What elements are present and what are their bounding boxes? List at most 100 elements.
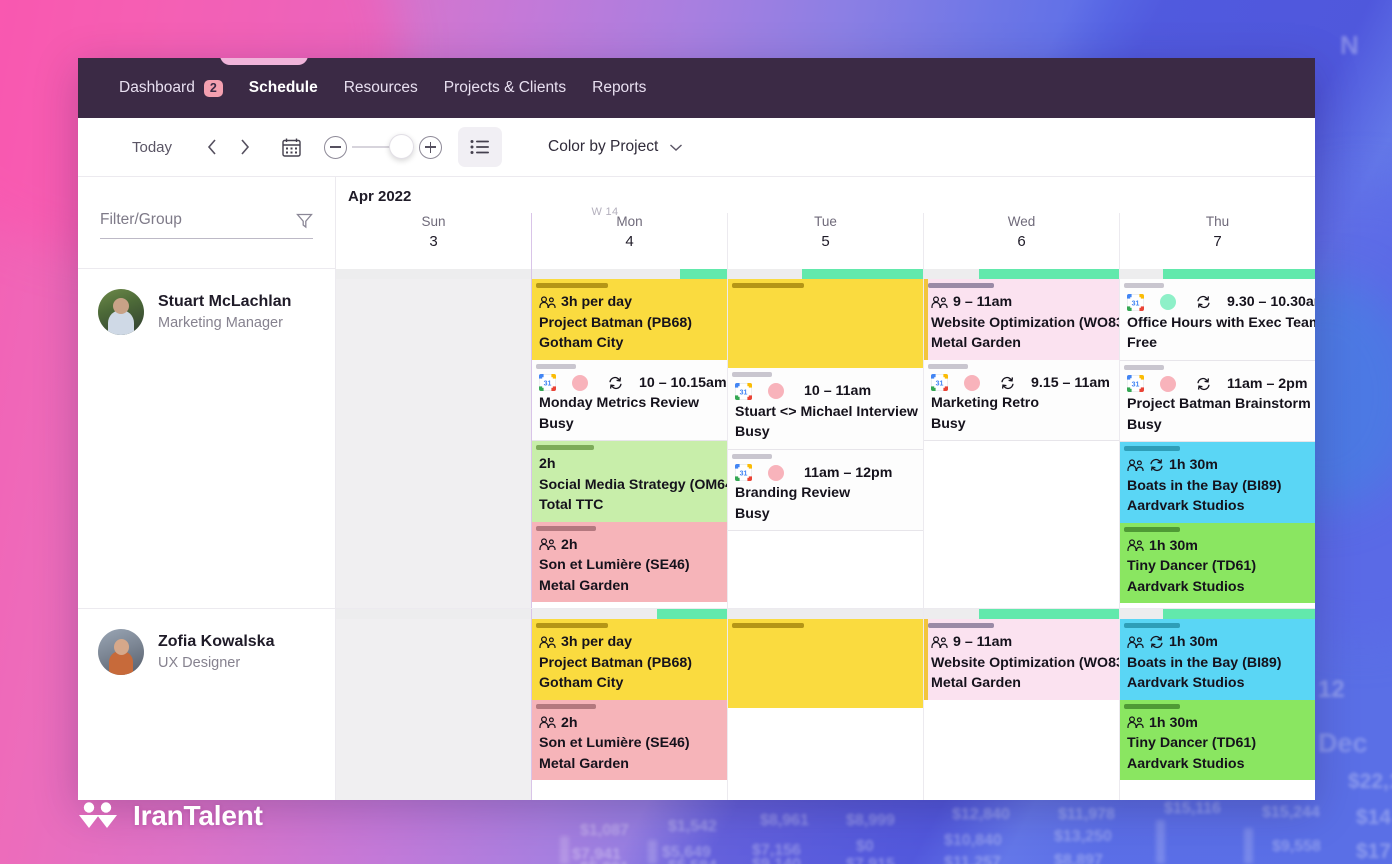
day-header-wed[interactable]: Wed 6: [923, 213, 1119, 269]
event-meta: 31 9.30 – 10.30am: [1127, 292, 1315, 313]
day-header-mon[interactable]: W 14 Mon 4: [531, 206, 727, 269]
event-card[interactable]: 1h 30m Tiny Dancer (TD61) Aardvark Studi…: [1120, 699, 1315, 780]
nav-item-projects-clients[interactable]: Projects & Clients: [431, 79, 579, 97]
calendar-cell-wed[interactable]: 9 – 11am Website Optimization (WO83) Met…: [923, 609, 1119, 800]
event-card[interactable]: 9 – 11am Website Optimization (WO83) Met…: [924, 279, 1119, 360]
recurring-icon: [1149, 458, 1164, 472]
calendar-cell-wed[interactable]: 9 – 11am Website Optimization (WO83) Met…: [923, 269, 1119, 608]
event-title: Tiny Dancer (TD61): [1127, 558, 1257, 574]
calendar-cell-tue[interactable]: [727, 609, 923, 800]
prev-period-button[interactable]: [196, 131, 228, 163]
calendar-cell-mon[interactable]: 3h per day Project Batman (PB68) Gotham …: [531, 609, 727, 800]
people-icon: [539, 296, 556, 309]
event-subtitle: Busy: [1127, 416, 1162, 433]
availability-dot-icon: [768, 383, 784, 400]
event-subtitle: Aardvark Studios: [1127, 578, 1245, 595]
google-calendar-icon: 31: [539, 374, 556, 392]
event-card[interactable]: 1h 30m Tiny Dancer (TD61) Aardvark Studi…: [1120, 522, 1315, 604]
day-header-sun[interactable]: Sun 3: [336, 213, 531, 269]
next-period-button[interactable]: [228, 131, 260, 163]
color-by-dropdown[interactable]: Color by Project: [548, 138, 683, 156]
event-duration: 2h: [539, 456, 556, 472]
recurring-icon: [1149, 635, 1164, 649]
people-icon: [539, 636, 556, 649]
event-title: Project Batman Brainstorm: [1127, 396, 1311, 412]
resource-row-zofia-kowalska[interactable]: Zofia Kowalska UX Designer: [78, 609, 335, 800]
calendar-cell-sun[interactable]: [336, 609, 531, 800]
calendar-row-stuart-mclachlan: 3h per day Project Batman (PB68) Gotham …: [336, 269, 1315, 609]
event-title: Son et Lumière (SE46): [539, 557, 690, 573]
event-card[interactable]: 31 11am – 12pm Branding Review Busy: [728, 449, 923, 531]
event-card[interactable]: 31 9.15 – 11am Marketing Retro Busy: [924, 359, 1119, 441]
nav-item-dashboard[interactable]: Dashboard 2: [106, 79, 236, 97]
event-card[interactable]: 3h per day Project Batman (PB68) Gotham …: [532, 619, 727, 700]
event-card[interactable]: 2h Son et Lumière (SE46) Metal Garden: [532, 521, 727, 602]
event-card[interactable]: 31 10 – 10.15am Monday Metrics Review Bu…: [532, 359, 727, 441]
event-card[interactable]: 31 11am – 2pm Project Batman Brainstorm …: [1120, 360, 1315, 442]
day-number: 5: [821, 233, 830, 250]
recurring-icon: [608, 376, 623, 390]
calendar-cell-mon[interactable]: 3h per day Project Batman (PB68) Gotham …: [531, 269, 727, 608]
zoom-slider-track[interactable]: [352, 134, 415, 159]
calendar-cell-sun[interactable]: [336, 269, 531, 608]
capacity-bar: [924, 609, 1119, 619]
availability-dot-icon: [964, 374, 980, 391]
event-card[interactable]: 9 – 11am Website Optimization (WO83) Met…: [924, 619, 1119, 700]
list-view-button[interactable]: [458, 127, 503, 167]
bg-number: $7,156: [752, 842, 801, 859]
resource-row-stuart-mclachlan[interactable]: Stuart McLachlan Marketing Manager: [78, 269, 335, 609]
event-card[interactable]: 3h per day Project Batman (PB68) Gotham …: [532, 279, 727, 360]
zoom-out-button[interactable]: [324, 135, 348, 159]
event-time: 9.15 – 11am: [1031, 374, 1110, 391]
event-title: Project Batman (PB68): [539, 654, 692, 671]
bg-number: Dec: [1318, 728, 1368, 758]
nav-item-resources[interactable]: Resources: [331, 79, 431, 97]
event-title: Website Optimization (WO83): [931, 654, 1119, 671]
day-header-tue[interactable]: Tue 5: [727, 213, 923, 269]
event-card[interactable]: [728, 279, 923, 368]
zoom-in-button[interactable]: [419, 135, 443, 159]
chevron-right-icon: [240, 139, 249, 155]
event-card[interactable]: 1h 30m Boats in the Bay (BI89) Aardvark …: [1120, 619, 1315, 700]
nav-item-schedule[interactable]: Schedule: [236, 79, 331, 97]
calendar-row-zofia-kowalska: 3h per day Project Batman (PB68) Gotham …: [336, 609, 1315, 800]
event-card[interactable]: 2h Son et Lumière (SE46) Metal Garden: [532, 699, 727, 780]
event-duration: 1h 30m: [1149, 537, 1198, 554]
capacity-bar: [728, 269, 923, 279]
event-card[interactable]: 2h Social Media Strategy (OM64) Total TT…: [532, 441, 727, 522]
calendar-cell-tue[interactable]: 31 10 – 11am Stuart <> Michael Interview…: [727, 269, 923, 608]
event-card[interactable]: 1h 30m Boats in the Bay (BI89) Aardvark …: [1120, 442, 1315, 523]
today-button[interactable]: Today: [106, 139, 196, 156]
chevron-down-icon: [670, 143, 683, 151]
event-card[interactable]: 31 10 – 11am Stuart <> Michael Interview…: [728, 368, 923, 450]
event-body: 1h 30m Tiny Dancer (TD61) Aardvark Studi…: [1120, 532, 1315, 604]
chevron-left-icon: [207, 139, 216, 155]
bg-number: $9,558: [1272, 838, 1321, 855]
event-subtitle: Total TTC: [539, 497, 604, 513]
svg-text:31: 31: [740, 389, 748, 396]
capacity-bar: [924, 269, 1119, 279]
day-number: 6: [1017, 233, 1026, 250]
calendar-cell-thu[interactable]: 31 9.30 – 10.30am: [1119, 269, 1315, 608]
calendar-picker-button[interactable]: [272, 131, 310, 163]
event-body: 1h 30m Boats in the Bay (BI89) Aardvark …: [1120, 628, 1315, 700]
event-subtitle: Aardvark Studios: [1127, 498, 1245, 514]
zoom-slider-knob[interactable]: [389, 134, 415, 159]
event-meta: 9 – 11am: [931, 632, 1113, 653]
people-icon: [1127, 716, 1144, 729]
event-meta: 9 – 11am: [931, 292, 1113, 313]
day-header-thu[interactable]: Thu 7: [1119, 213, 1315, 269]
event-subtitle: Aardvark Studios: [1127, 755, 1245, 772]
bg-number: $17: [1356, 840, 1392, 863]
event-subtitle: Busy: [931, 415, 966, 432]
filter-group-input[interactable]: Filter/Group: [100, 211, 313, 239]
event-card[interactable]: 31 9.30 – 10.30am: [1120, 279, 1315, 361]
bg-number: $5,584: [668, 858, 717, 864]
day-number: 3: [429, 233, 438, 250]
calendar-cell-thu[interactable]: 1h 30m Boats in the Bay (BI89) Aardvark …: [1119, 609, 1315, 800]
event-card[interactable]: [728, 619, 923, 708]
event-subtitle: Metal Garden: [931, 335, 1021, 351]
nav-item-reports[interactable]: Reports: [579, 79, 659, 97]
bg-number: $0: [856, 838, 874, 855]
day-name: Mon: [616, 214, 643, 229]
